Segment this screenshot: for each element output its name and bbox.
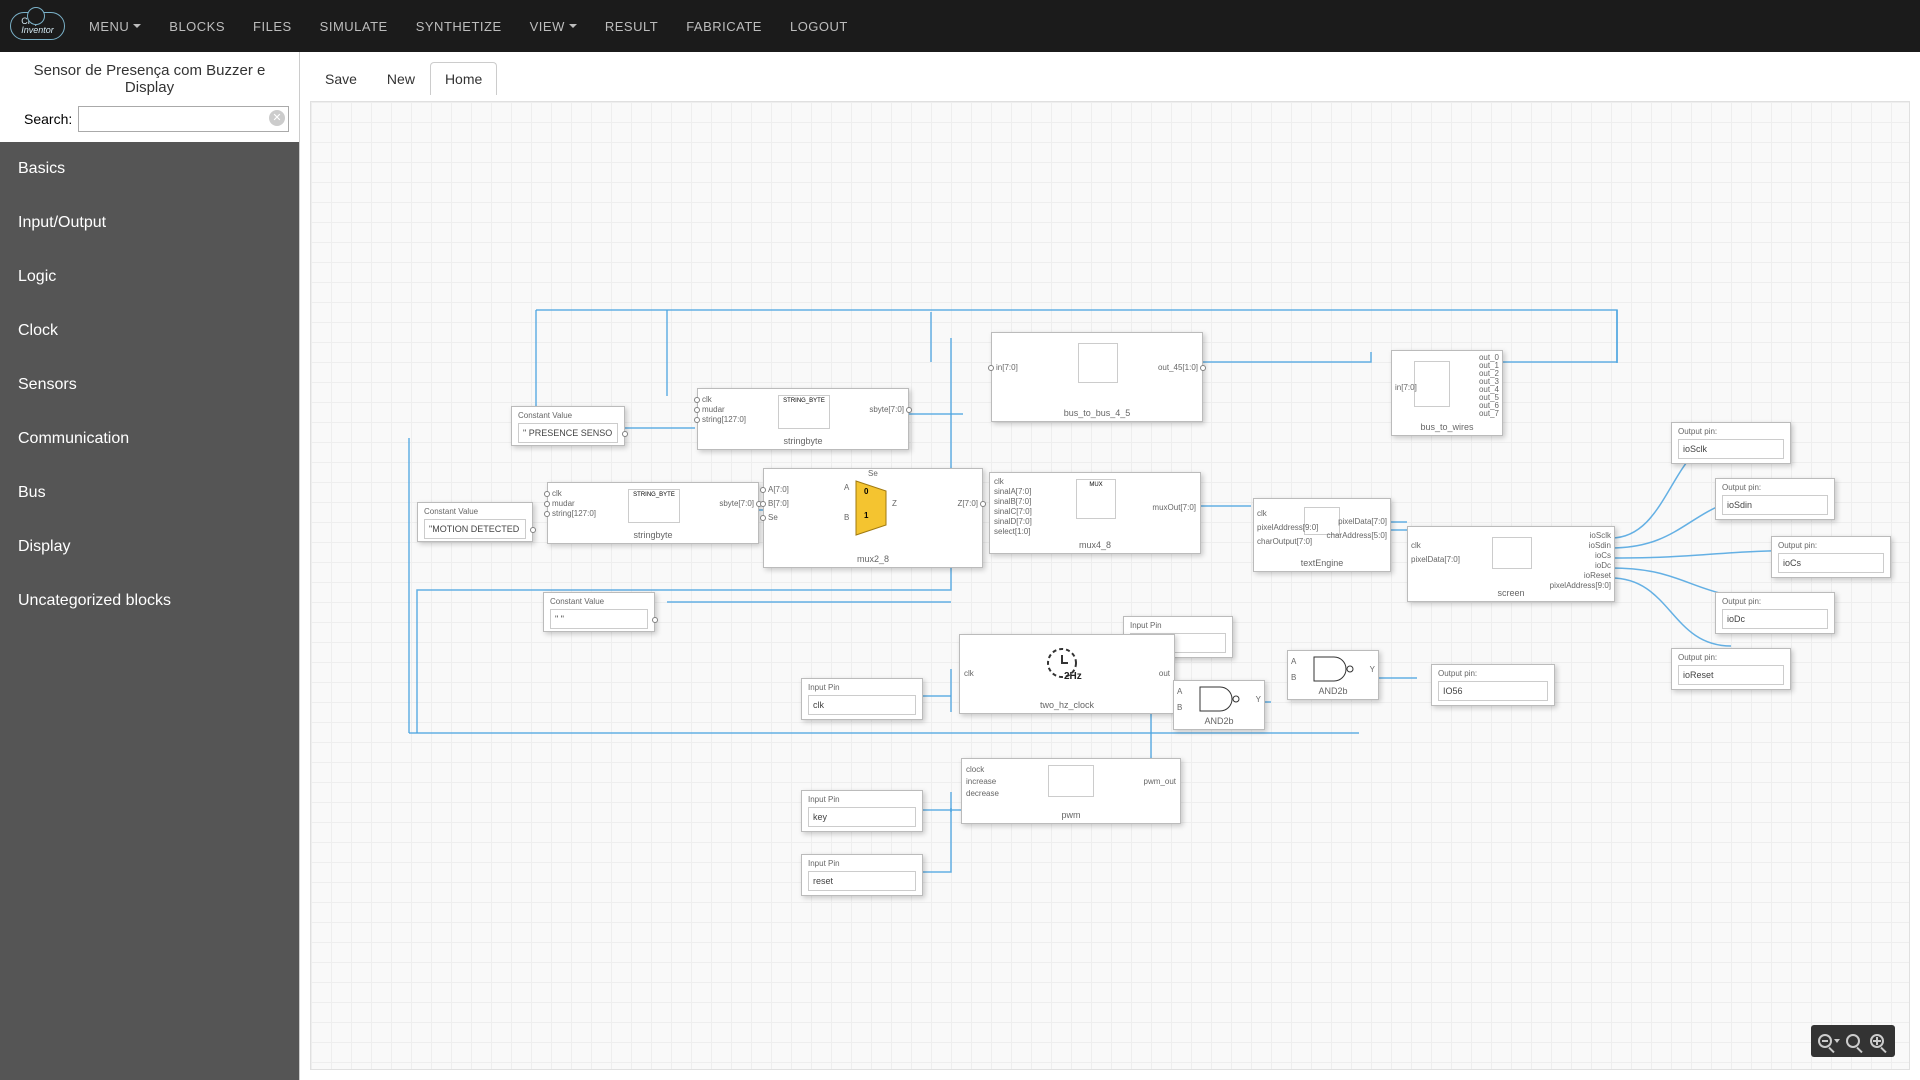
logo: ChipInventor bbox=[10, 6, 65, 46]
stringbyte-thumb: STRING_BYTE bbox=[628, 489, 680, 523]
pwm-thumb bbox=[1048, 765, 1094, 797]
block-output-iodc[interactable]: Output pin: bbox=[1715, 592, 1835, 634]
input-pin-clk[interactable] bbox=[808, 695, 916, 715]
mux-icon bbox=[852, 477, 896, 539]
block-constant-1[interactable]: Constant Value bbox=[511, 406, 625, 446]
block-input-reset[interactable]: Input Pin bbox=[801, 854, 923, 896]
output-pin-input-iosclk[interactable] bbox=[1678, 439, 1784, 459]
sidebar-item-bus[interactable]: Bus bbox=[0, 466, 299, 520]
search-label: Search: bbox=[24, 111, 72, 127]
input-pin-key[interactable] bbox=[808, 807, 916, 827]
block-output-ioreset[interactable]: Output pin: bbox=[1671, 648, 1791, 690]
nav-view[interactable]: VIEW bbox=[516, 0, 591, 52]
chevron-down-icon bbox=[1834, 1039, 1840, 1043]
magnifier-icon bbox=[1846, 1034, 1860, 1048]
block-input-clk[interactable]: Input Pin bbox=[801, 678, 923, 720]
block-textengine[interactable]: clk pixelAddress[9:0] charOutput[7:0] pi… bbox=[1253, 498, 1391, 572]
block-output-io56[interactable]: Output pin: bbox=[1431, 664, 1555, 706]
block-mux2-8[interactable]: A B Se Z 0 1 A[7:0] B[7:0] Se Z[7:0] mux… bbox=[763, 468, 983, 568]
nav-synthetize[interactable]: SYNTHETIZE bbox=[402, 0, 516, 52]
nav-result[interactable]: RESULT bbox=[591, 0, 672, 52]
output-pin-input-io56[interactable] bbox=[1438, 681, 1548, 701]
and-gate-icon bbox=[1312, 655, 1356, 683]
project-title: Sensor de Presença com Buzzer e Display bbox=[0, 52, 299, 100]
nav-simulate[interactable]: SIMULATE bbox=[306, 0, 402, 52]
output-pin-input-iodc[interactable] bbox=[1722, 609, 1828, 629]
input-pin-reset[interactable] bbox=[808, 871, 916, 891]
bus-wires-thumb bbox=[1414, 361, 1450, 407]
nav-menu[interactable]: MENU bbox=[75, 0, 155, 52]
canvas[interactable]: Constant Value STRING_BYTE clk mudar str… bbox=[310, 101, 1910, 1070]
block-pwm[interactable]: clock increase decrease pwm_out pwm bbox=[961, 758, 1181, 824]
block-two-hz-clock[interactable]: 2Hz clk out two_hz_clock bbox=[959, 634, 1175, 714]
block-output-iosdin[interactable]: Output pin: bbox=[1715, 478, 1835, 520]
zoom-in-button[interactable] bbox=[1865, 1029, 1889, 1053]
sidebar-item-clock[interactable]: Clock bbox=[0, 304, 299, 358]
sidebar-item-logic[interactable]: Logic bbox=[0, 250, 299, 304]
clear-search-icon[interactable]: ✕ bbox=[269, 110, 285, 126]
block-constant-3[interactable]: Constant Value bbox=[543, 592, 655, 632]
mux4-thumb: MUX bbox=[1076, 479, 1116, 519]
tab-save[interactable]: Save bbox=[310, 62, 372, 95]
block-stringbyte-1[interactable]: STRING_BYTE clk mudar string[127:0] sbyt… bbox=[697, 388, 909, 450]
chevron-down-icon bbox=[569, 24, 577, 28]
sidebar-item-io[interactable]: Input/Output bbox=[0, 196, 299, 250]
sidebar-item-sensors[interactable]: Sensors bbox=[0, 358, 299, 412]
block-bus-to-wires[interactable]: in[7:0] out_0 out_1 out_2 out_3 out_4 ou… bbox=[1391, 350, 1503, 436]
output-pin-input-iocs[interactable] bbox=[1778, 553, 1884, 573]
zoom-out-button[interactable] bbox=[1817, 1029, 1841, 1053]
topbar: ChipInventor MENU BLOCKS FILES SIMULATE … bbox=[0, 0, 1920, 52]
zoom-controls bbox=[1811, 1025, 1895, 1057]
block-mux4-8[interactable]: MUX clk sinalA[7:0] sinalB[7:0] sinalC[7… bbox=[989, 472, 1201, 554]
zoom-in-icon bbox=[1870, 1034, 1884, 1048]
sidebar-item-communication[interactable]: Communication bbox=[0, 412, 299, 466]
zoom-out-icon bbox=[1818, 1034, 1832, 1048]
output-pin-input-ioreset[interactable] bbox=[1678, 665, 1784, 685]
block-output-iocs[interactable]: Output pin: bbox=[1771, 536, 1891, 578]
nav-fabricate[interactable]: FABRICATE bbox=[672, 0, 776, 52]
block-constant-2[interactable]: Constant Value bbox=[417, 502, 533, 542]
constant-value-input-1[interactable] bbox=[518, 423, 618, 443]
nav-blocks[interactable]: BLOCKS bbox=[155, 0, 239, 52]
block-input-key[interactable]: Input Pin bbox=[801, 790, 923, 832]
sidebar-item-uncategorized[interactable]: Uncategorized blocks bbox=[0, 574, 299, 628]
block-output-iosclk[interactable]: Output pin: bbox=[1671, 422, 1791, 464]
block-stringbyte-2[interactable]: STRING_BYTE clk mudar string[127:0] sbyt… bbox=[547, 482, 759, 544]
search-input[interactable] bbox=[78, 106, 289, 132]
tab-new[interactable]: New bbox=[372, 62, 430, 95]
block-bus-to-bus[interactable]: in[7:0] out_45[1:0] bus_to_bus_4_5 bbox=[991, 332, 1203, 422]
output-pin-input-iosdin[interactable] bbox=[1722, 495, 1828, 515]
tab-home[interactable]: Home bbox=[430, 62, 497, 95]
sidebar: Sensor de Presença com Buzzer e Display … bbox=[0, 52, 300, 1080]
sidebar-item-display[interactable]: Display bbox=[0, 520, 299, 574]
screen-thumb bbox=[1492, 537, 1532, 569]
wires bbox=[311, 102, 1909, 1069]
nav-logout[interactable]: LOGOUT bbox=[776, 0, 862, 52]
constant-value-input-3[interactable] bbox=[550, 609, 648, 629]
tabbar: Save New Home bbox=[300, 52, 1920, 95]
block-screen[interactable]: clk pixelData[7:0] ioSclk ioSdin ioCs io… bbox=[1407, 526, 1615, 602]
chevron-down-icon bbox=[133, 24, 141, 28]
bus-to-bus-thumb bbox=[1078, 343, 1118, 383]
block-and2b-2[interactable]: A B Y AND2b bbox=[1287, 650, 1379, 700]
nav-files[interactable]: FILES bbox=[239, 0, 306, 52]
and-gate-icon bbox=[1198, 685, 1242, 713]
constant-value-input-2[interactable] bbox=[424, 519, 526, 539]
stringbyte-thumb: STRING_BYTE bbox=[778, 395, 830, 429]
block-and2b-1[interactable]: A B Y AND2b bbox=[1173, 680, 1265, 730]
sidebar-item-basics[interactable]: Basics bbox=[0, 142, 299, 196]
zoom-fit-button[interactable] bbox=[1841, 1029, 1865, 1053]
